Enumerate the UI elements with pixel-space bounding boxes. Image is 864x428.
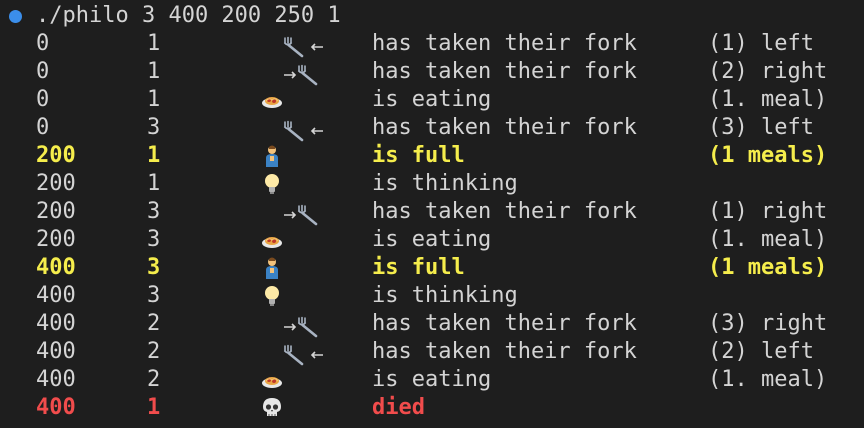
timestamp: 0 bbox=[36, 115, 50, 140]
log-line: 400 1 died bbox=[0, 394, 864, 422]
timestamp: 400 bbox=[36, 367, 76, 392]
timestamp: 200 bbox=[36, 199, 76, 224]
action-text: is eating bbox=[372, 227, 492, 252]
log-line: 0 1 has taken their fork (1) left bbox=[0, 30, 864, 58]
command-line: ./philo 3 400 200 250 1 bbox=[0, 2, 864, 30]
log-line: 400 3 is thinking bbox=[0, 282, 864, 310]
timestamp: 0 bbox=[36, 31, 50, 56]
detail-text: (1) right bbox=[708, 199, 828, 224]
detail-text: (3) left bbox=[708, 115, 814, 140]
timestamp: 0 bbox=[36, 87, 50, 112]
timestamp: 200 bbox=[36, 227, 76, 252]
philosopher-id: 1 bbox=[147, 87, 161, 112]
action-text: has taken their fork bbox=[372, 31, 637, 56]
timestamp: 200 bbox=[36, 171, 76, 196]
fork-left-icon bbox=[258, 114, 324, 142]
philosopher-id: 3 bbox=[147, 227, 161, 252]
action-text: has taken their fork bbox=[372, 311, 637, 336]
action-text: is full bbox=[372, 255, 465, 280]
philosopher-id: 3 bbox=[147, 115, 161, 140]
action-text: has taken their fork bbox=[372, 339, 637, 364]
timestamp: 400 bbox=[36, 339, 76, 364]
log-line: 200 1 is thinking bbox=[0, 170, 864, 198]
detail-text: (1. meal) bbox=[708, 87, 828, 112]
log-line: 400 2 is eating (1. meal) bbox=[0, 366, 864, 394]
action-text: is full bbox=[372, 143, 465, 168]
detail-text: (1 meals) bbox=[708, 255, 828, 280]
action-text: is thinking bbox=[372, 283, 518, 308]
log-line: 400 3 is full (1 meals) bbox=[0, 254, 864, 282]
timestamp: 400 bbox=[36, 311, 76, 336]
detail-text: (1. meal) bbox=[708, 227, 828, 252]
detail-text: (1) left bbox=[708, 31, 814, 56]
action-text: has taken their fork bbox=[372, 59, 637, 84]
timestamp: 400 bbox=[36, 255, 76, 280]
fork-left-icon bbox=[258, 30, 324, 58]
philosopher-id: 1 bbox=[147, 395, 161, 420]
detail-text: (3) right bbox=[708, 311, 828, 336]
philosopher-id: 3 bbox=[147, 283, 161, 308]
log-line: 0 1 is eating (1. meal) bbox=[0, 86, 864, 114]
philosopher-id: 2 bbox=[147, 311, 161, 336]
action-text: has taken their fork bbox=[372, 115, 637, 140]
fork-right-icon bbox=[258, 58, 318, 86]
timestamp: 400 bbox=[36, 283, 76, 308]
action-text: is eating bbox=[372, 367, 492, 392]
philosopher-id: 1 bbox=[147, 143, 161, 168]
philosopher-id: 1 bbox=[147, 31, 161, 56]
philosopher-id: 1 bbox=[147, 171, 161, 196]
log-line: 200 1 is full (1 meals) bbox=[0, 142, 864, 170]
log-line: 400 2 has taken their fork (2) left bbox=[0, 338, 864, 366]
action-text: is thinking bbox=[372, 171, 518, 196]
fork-right-icon bbox=[258, 198, 318, 226]
log-line: 0 3 has taken their fork (3) left bbox=[0, 114, 864, 142]
command-text: ./philo 3 400 200 250 1 bbox=[36, 3, 341, 28]
philosopher-id: 3 bbox=[147, 255, 161, 280]
timestamp: 200 bbox=[36, 143, 76, 168]
output-lines: 0 1 has taken their fork (1) left 0 1 has tak… bbox=[0, 30, 864, 422]
detail-text: (2) right bbox=[708, 59, 828, 84]
timestamp: 0 bbox=[36, 59, 50, 84]
philosopher-id: 2 bbox=[147, 339, 161, 364]
detail-text: (1 meals) bbox=[708, 143, 828, 168]
detail-text: (2) left bbox=[708, 339, 814, 364]
action-text: died bbox=[372, 395, 425, 420]
prompt-status-icon bbox=[9, 10, 22, 23]
log-line: 400 2 has taken their fork (3) right bbox=[0, 310, 864, 338]
terminal-window[interactable]: ./philo 3 400 200 250 1 0 1 has taken thei… bbox=[0, 0, 864, 422]
log-line: 200 3 has taken their fork (1) right bbox=[0, 198, 864, 226]
fork-left-icon bbox=[258, 338, 324, 366]
log-line: 0 1 has taken their fork (2) right bbox=[0, 58, 864, 86]
fork-right-icon bbox=[258, 310, 318, 338]
skull-icon bbox=[258, 394, 306, 428]
log-line: 200 3 is eating (1. meal) bbox=[0, 226, 864, 254]
philosopher-id: 2 bbox=[147, 367, 161, 392]
action-text: has taken their fork bbox=[372, 199, 637, 224]
timestamp: 400 bbox=[36, 395, 76, 420]
philosopher-id: 3 bbox=[147, 199, 161, 224]
action-text: is eating bbox=[372, 87, 492, 112]
detail-text: (1. meal) bbox=[708, 367, 828, 392]
philosopher-id: 1 bbox=[147, 59, 161, 84]
